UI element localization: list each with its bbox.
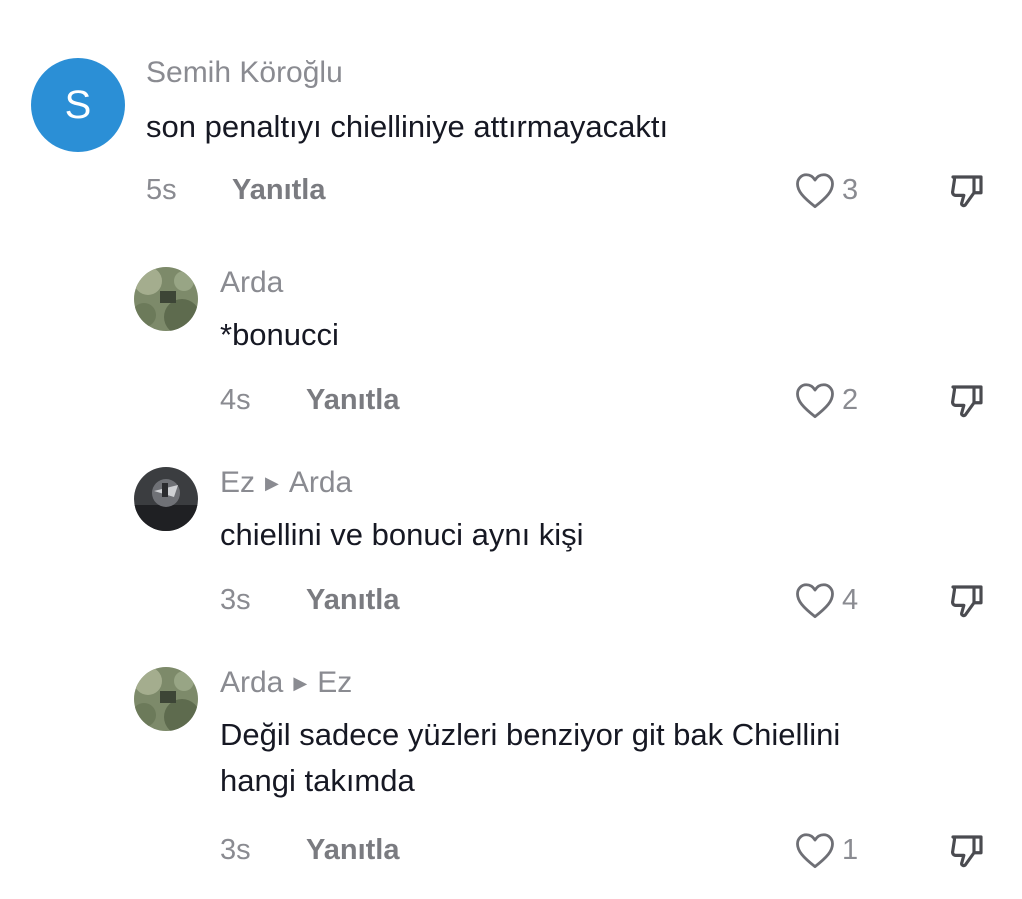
comment-time: 3s — [220, 834, 251, 866]
username[interactable]: Semih Köroğlu — [146, 56, 343, 90]
thumbs-down-icon[interactable] — [946, 380, 988, 422]
comment-text: *bonucci — [220, 317, 339, 352]
reply-button[interactable]: Yanıtla — [232, 174, 326, 207]
like-button[interactable]: 4 — [794, 580, 858, 620]
avatar-photo — [134, 667, 198, 731]
heart-outline-icon — [796, 173, 834, 209]
like-button[interactable]: 2 — [794, 380, 858, 420]
play-triangle-icon: ▶ — [293, 672, 308, 693]
heart-outline-icon — [796, 383, 834, 419]
reply-button[interactable]: Yanıtla — [306, 834, 400, 867]
username[interactable]: Arda — [220, 666, 283, 700]
username[interactable]: Ez — [220, 466, 255, 500]
like-count: 2 — [842, 383, 859, 416]
reply-target-username[interactable]: Arda — [289, 466, 352, 500]
comment-text-line: Değil sadece yüzleri benziyor git bak Ch… — [220, 717, 841, 752]
like-button[interactable]: 1 — [794, 830, 858, 870]
avatar[interactable] — [134, 467, 198, 531]
like-count: 4 — [842, 583, 859, 616]
comment-text-line: hangi takımda — [220, 763, 415, 798]
play-triangle-icon: ▶ — [265, 472, 279, 493]
thumbs-down-icon[interactable] — [946, 830, 988, 872]
comment-time: 5s — [146, 174, 177, 206]
comment-text: son penaltıyı chielliniye attırmayacaktı — [146, 109, 669, 144]
like-count: 1 — [842, 833, 859, 866]
avatar[interactable] — [134, 667, 198, 731]
avatar[interactable]: S — [31, 58, 125, 152]
avatar-photo — [134, 267, 198, 331]
avatar-letter: S — [64, 82, 92, 127]
comment-text: chiellini ve bonuci aynı kişi — [220, 517, 584, 552]
reply-button[interactable]: Yanıtla — [306, 584, 400, 617]
reply-button[interactable]: Yanıtla — [306, 384, 400, 417]
username[interactable]: Arda — [220, 266, 283, 300]
avatar[interactable] — [134, 267, 198, 331]
like-count: 3 — [842, 173, 859, 206]
heart-outline-icon — [796, 583, 834, 619]
heart-outline-icon — [796, 833, 834, 869]
like-button[interactable]: 3 — [794, 170, 858, 210]
username-with-reply-target: Arda ▶ Ez — [220, 666, 352, 700]
thumbs-down-icon[interactable] — [946, 170, 988, 212]
reply-target-username[interactable]: Ez — [317, 666, 352, 700]
comment-time: 4s — [220, 384, 251, 416]
thumbs-down-icon[interactable] — [946, 580, 988, 622]
avatar-photo — [134, 467, 198, 531]
comment-time: 3s — [220, 584, 251, 616]
username-with-reply-target: Ez ▶ Arda — [220, 466, 352, 500]
